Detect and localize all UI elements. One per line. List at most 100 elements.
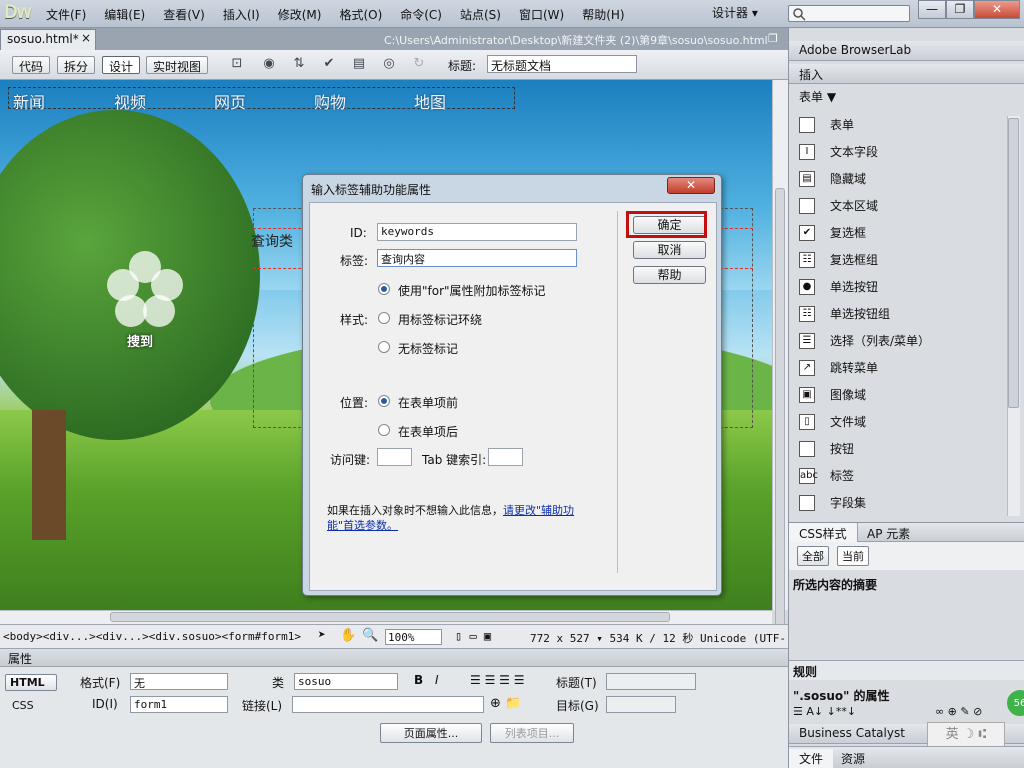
menu-site[interactable]: 站点(S) [460, 6, 501, 23]
style-wrap-radio[interactable] [378, 312, 390, 324]
css-current-button[interactable]: 当前 [837, 546, 869, 566]
target-select[interactable] [606, 696, 676, 713]
css-mode-button[interactable]: CSS [12, 699, 34, 712]
insert-panel-scroll-thumb[interactable] [1008, 118, 1019, 408]
help-button[interactable]: 帮助 [633, 266, 706, 284]
list-items-button[interactable]: 列表项目... [490, 723, 574, 743]
insert-item-file-field[interactable]: ▯ 文件域 [799, 413, 866, 430]
nav-item-map[interactable]: 地图 [414, 89, 446, 113]
close-tab-icon[interactable]: × [81, 31, 91, 45]
select-icon: ☰ [799, 332, 815, 349]
css-action-icons[interactable]: ∞ ⊕ ✎ ⊘ [935, 705, 982, 718]
horizontal-scroll-thumb[interactable] [110, 612, 670, 622]
menu-window[interactable]: 窗口(W) [519, 6, 564, 23]
properties-header[interactable]: 属性 [0, 649, 788, 667]
window-size-icons[interactable]: ▯ ▭ ▣ [455, 629, 491, 643]
browser-compat-icon[interactable]: ▤ [348, 56, 370, 74]
workspace-switcher[interactable]: 设计器 ▾ [712, 4, 758, 21]
title-field[interactable] [606, 673, 696, 690]
insert-item-radio[interactable]: ● 单选按钮 [799, 278, 878, 295]
design-view-button[interactable]: 设计 [102, 56, 141, 74]
menu-view[interactable]: 查看(V) [163, 6, 205, 23]
id-select[interactable]: form1 [130, 696, 228, 713]
format-select[interactable]: 无 [130, 673, 228, 690]
insert-item-select[interactable]: ☰ 选择（列表/菜单） [799, 332, 930, 349]
live-view-button[interactable]: 实时视图 [146, 56, 209, 74]
style-none-radio[interactable] [378, 341, 390, 353]
code-view-button[interactable]: 代码 [12, 56, 51, 74]
split-view-button[interactable]: 拆分 [57, 56, 96, 74]
close-button[interactable]: ✕ [974, 0, 1020, 19]
menu-edit[interactable]: 编辑(E) [104, 6, 145, 23]
restore-doc-icon[interactable]: ❐ [768, 32, 778, 45]
tab-index-input[interactable] [488, 448, 523, 466]
class-select[interactable]: sosuo [294, 673, 398, 690]
insert-item-label[interactable]: abc 标签 [799, 467, 854, 484]
refresh-icon[interactable]: ↻ [408, 56, 430, 74]
style-wrap-label: 用标签标记环绕 [398, 313, 483, 327]
select-tool-icon[interactable]: ➤ [318, 628, 326, 643]
link-input[interactable] [292, 696, 484, 713]
tab-ap-elements[interactable]: AP 元素 [861, 523, 916, 544]
insert-item-checkbox-group[interactable]: ☷ 复选框组 [799, 251, 878, 268]
dialog-close-button[interactable]: ✕ [667, 177, 715, 194]
tab-css-styles[interactable]: CSS样式 [789, 523, 858, 544]
cancel-button[interactable]: 取消 [633, 241, 706, 259]
insert-item-jump-menu[interactable]: ↗ 跳转菜单 [799, 359, 878, 376]
hand-tool-icon[interactable]: ✋ [340, 628, 356, 643]
id-input[interactable]: keywords [377, 223, 577, 241]
italic-button[interactable]: I [435, 673, 439, 687]
insert-item-fieldset[interactable]: 字段集 [799, 494, 866, 511]
multiscreen-icon[interactable]: ⊡ [226, 56, 248, 74]
browserlab-tab[interactable]: Adobe BrowserLab [789, 41, 1024, 61]
page-properties-button[interactable]: 页面属性... [380, 723, 482, 743]
menu-help[interactable]: 帮助(H) [582, 6, 624, 23]
bold-button[interactable]: B [414, 673, 423, 687]
tab-files[interactable]: 文件 [789, 749, 834, 768]
document-tab[interactable]: sosuo.html* × [0, 29, 96, 50]
style-for-radio[interactable] [378, 283, 390, 295]
insert-item-form[interactable]: 表单 [799, 116, 854, 133]
zoom-tool-icon[interactable]: 🔍 [362, 628, 378, 643]
search-input[interactable] [788, 5, 910, 22]
zoom-select[interactable]: 100% [385, 629, 442, 645]
tab-assets[interactable]: 资源 [837, 749, 869, 768]
insert-tab[interactable]: 插入 [789, 64, 1024, 84]
visual-aids-icon[interactable]: ◎ [378, 56, 400, 74]
restore-button[interactable]: ❐ [946, 0, 974, 19]
label-input[interactable]: 查询内容 [377, 249, 577, 267]
insert-item-textarea[interactable]: 文本区域 [799, 197, 878, 214]
canvas-vertical-scrollbar[interactable] [772, 80, 788, 688]
insert-item-radio-group[interactable]: ☷ 单选按钮组 [799, 305, 890, 322]
menu-commands[interactable]: 命令(C) [400, 6, 442, 23]
insert-category-select[interactable]: 表单 ▼ [799, 88, 836, 105]
menu-file[interactable]: 文件(F) [46, 6, 86, 23]
page-title-input[interactable]: 无标题文档 [487, 55, 637, 73]
position-before-radio[interactable] [378, 395, 390, 407]
access-key-input[interactable] [377, 448, 412, 466]
w3c-validation-icon[interactable]: ✔ [318, 56, 340, 74]
nav-item-video[interactable]: 视频 [114, 89, 146, 113]
menu-insert[interactable]: 插入(I) [223, 6, 260, 23]
insert-item-button[interactable]: 按钮 [799, 440, 854, 457]
insert-item-textfield[interactable]: I 文本字段 [799, 143, 878, 160]
file-management-icon[interactable]: ⇅ [288, 56, 310, 74]
scroll-thumb[interactable] [775, 188, 785, 688]
insert-item-checkbox[interactable]: ✔ 复选框 [799, 224, 866, 241]
css-all-button[interactable]: 全部 [797, 546, 829, 566]
insert-item-hidden[interactable]: ▤ 隐藏域 [799, 170, 866, 187]
point-to-file-icon[interactable]: ⊕ 📁 [490, 696, 521, 711]
preview-browser-icon[interactable]: ◉ [258, 56, 280, 74]
menu-modify[interactable]: 修改(M) [278, 6, 322, 23]
nav-item-web[interactable]: 网页 [214, 89, 246, 113]
list-buttons[interactable]: ☰ ☰ ☰ ☰ [470, 673, 524, 687]
nav-item-news[interactable]: 新闻 [13, 89, 45, 113]
insert-item-image-field[interactable]: ▣ 图像域 [799, 386, 866, 403]
css-view-icons[interactable]: ☰ A↓ ↓**↓ [793, 705, 856, 718]
position-after-radio[interactable] [378, 424, 390, 436]
tag-selector[interactable]: <body><div...><div...><div.sosuo><form#f… [3, 630, 301, 643]
nav-item-shopping[interactable]: 购物 [314, 89, 346, 113]
menu-format[interactable]: 格式(O) [339, 6, 382, 23]
html-mode-button[interactable]: HTML [5, 674, 57, 691]
minimize-button[interactable]: — [918, 0, 946, 19]
